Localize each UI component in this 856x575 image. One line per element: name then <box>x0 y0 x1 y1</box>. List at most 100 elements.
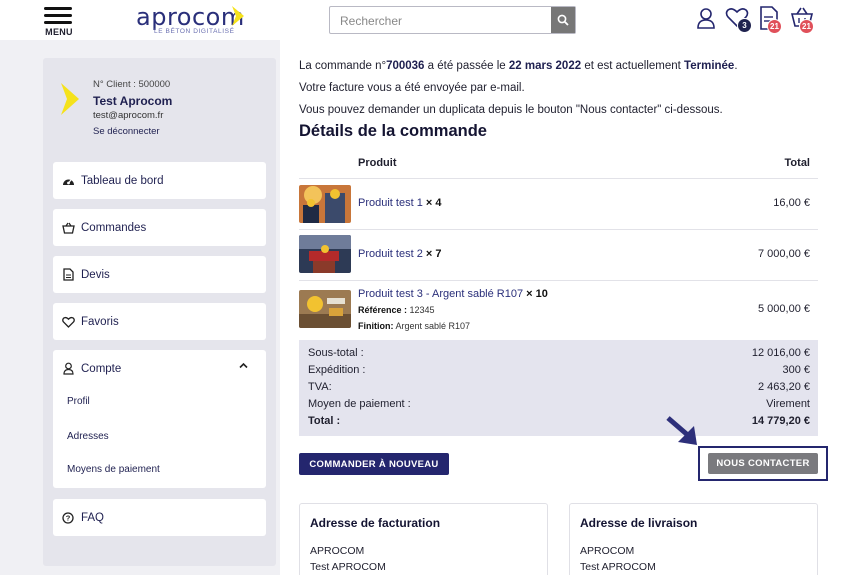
product-link[interactable]: Produit test 3 - Argent sablé R107 <box>358 288 523 300</box>
product-reference: Référence : 12345 <box>358 305 435 315</box>
brand-chevron-icon <box>61 83 79 115</box>
client-name: Test Aprocom <box>93 94 173 108</box>
sidebar-item-quotes[interactable]: Devis <box>53 256 266 293</box>
payment-method-label: Moyen de paiement : <box>308 398 411 410</box>
product-image[interactable] <box>299 290 351 328</box>
sidebar-subitem-addresses[interactable]: Adresses <box>67 431 109 442</box>
chevron-up-icon[interactable] <box>239 361 248 370</box>
product-image[interactable] <box>299 185 351 223</box>
product-quantity: × 10 <box>523 288 548 300</box>
total-value: 14 779,20 € <box>751 415 810 427</box>
divider <box>299 280 818 281</box>
finish-value: Argent sablé R107 <box>393 321 471 331</box>
help-icon: ? <box>61 511 75 525</box>
dashboard-icon <box>61 174 75 188</box>
sidebar-item-orders[interactable]: Commandes <box>53 209 266 246</box>
sidebar-account-section: Compte Profil Adresses Moyens de paiemen… <box>53 350 266 488</box>
order-status: Terminée <box>684 60 735 72</box>
quotes-badge: 21 <box>767 19 782 34</box>
account-button[interactable] <box>695 6 719 32</box>
vat-label: TVA: <box>308 381 332 393</box>
product-image[interactable] <box>299 235 351 273</box>
payment-method-value: Virement <box>766 398 810 410</box>
product-quantity: × 4 <box>422 197 442 209</box>
duplicate-message: Vous pouvez demander un duplicata depuis… <box>299 104 723 116</box>
shipping-value: 300 € <box>782 364 810 376</box>
quotes-button[interactable]: 21 <box>759 6 783 34</box>
sidebar-subitem-profile[interactable]: Profil <box>67 396 90 407</box>
search-input[interactable]: Rechercher <box>340 14 402 28</box>
client-email: test@aprocom.fr <box>93 110 164 121</box>
shipping-address-card: Adresse de livraison APROCOM Test APROCO… <box>569 503 818 575</box>
total-label: Total : <box>308 415 341 427</box>
product-price: 16,00 € <box>773 197 810 209</box>
logo-tagline: LE BÉTON DIGITALISÉ <box>154 28 235 35</box>
search-button[interactable] <box>551 7 575 33</box>
hamburger-icon <box>44 7 74 24</box>
product-quantity: × 7 <box>422 248 442 260</box>
product-link[interactable]: Produit test 2 <box>358 248 423 260</box>
logo-wordmark: aprocom <box>136 3 245 31</box>
logo[interactable]: aprocom LE BÉTON DIGITALISÉ <box>136 3 246 37</box>
text: et est actuellement <box>581 60 685 72</box>
client-number: N° Client : 500000 <box>93 79 171 90</box>
shipping-address-line: Test APROCOM <box>580 561 656 573</box>
order-totals: Sous-total : 12 016,00 € Expédition : 30… <box>299 340 818 436</box>
subtotal-label: Sous-total : <box>308 347 364 359</box>
sidebar-item-dashboard[interactable]: Tableau de bord <box>53 162 266 199</box>
product-price: 7 000,00 € <box>758 248 810 260</box>
product-link[interactable]: Produit test 1 <box>358 197 423 209</box>
arrow-pointer-icon <box>666 416 697 445</box>
reference-label: Référence : <box>358 305 408 315</box>
text: a été passée le <box>424 60 509 72</box>
contact-us-button[interactable]: NOUS CONTACTER <box>708 453 818 474</box>
sidebar-item-label: Commandes <box>81 221 147 234</box>
reference-value: 12345 <box>407 305 435 315</box>
product-item-2: Produit test 2 × 7 <box>358 248 441 260</box>
sidebar-item-label: Compte <box>81 362 122 375</box>
order-details-title: Détails de la commande <box>299 122 487 140</box>
shipping-label: Expédition : <box>308 364 366 376</box>
cart-button[interactable]: 21 <box>790 6 814 34</box>
search-icon <box>557 14 569 26</box>
sidebar-item-label: FAQ <box>81 511 105 524</box>
sidebar-item-account[interactable]: Compte <box>53 350 266 387</box>
divider <box>299 229 818 230</box>
user-icon <box>61 362 75 376</box>
column-header-total: Total <box>784 157 810 169</box>
favorites-button[interactable]: 3 <box>725 6 752 33</box>
sidebar-item-label: Favoris <box>81 315 119 328</box>
billing-address-line: APROCOM <box>310 545 365 557</box>
basket-icon <box>61 221 75 235</box>
header-icons: 3 21 21 <box>695 6 825 36</box>
billing-address-card: Adresse de facturation APROCOM Test APRO… <box>299 503 548 575</box>
sidebar-subitem-payment-methods[interactable]: Moyens de paiement <box>67 464 160 475</box>
heart-icon <box>61 315 75 329</box>
account-sidebar: N° Client : 500000 Test Aprocom test@apr… <box>43 58 276 566</box>
svg-text:?: ? <box>66 513 71 522</box>
vat-value: 2 463,20 € <box>758 381 810 393</box>
sidebar-item-label: Tableau de bord <box>81 174 164 187</box>
order-number: 700036 <box>386 60 425 72</box>
sidebar-item-favorites[interactable]: Favoris <box>53 303 266 340</box>
finish-label: Finition: <box>358 321 394 331</box>
profile-summary: N° Client : 500000 Test Aprocom test@apr… <box>43 58 276 148</box>
top-header: MENU aprocom LE BÉTON DIGITALISÉ Recherc… <box>0 0 856 40</box>
billing-address-title: Adresse de facturation <box>310 516 441 530</box>
favorites-badge: 3 <box>737 18 752 33</box>
menu-button[interactable]: MENU <box>44 7 74 37</box>
order-date: 22 mars 2022 <box>508 60 582 72</box>
order-status-message: La commande n°700036 a été passée le 22 … <box>299 60 738 72</box>
logout-link[interactable]: Se déconnecter <box>93 126 160 137</box>
billing-address-line: Test APROCOM <box>310 561 386 573</box>
product-item-1: Produit test 1 × 4 <box>358 197 441 209</box>
text: La commande n° <box>299 60 387 72</box>
divider <box>299 178 818 179</box>
reorder-button[interactable]: COMMANDER À NOUVEAU <box>299 453 449 475</box>
column-header-product: Produit <box>358 157 397 169</box>
sidebar-item-faq[interactable]: ? FAQ <box>53 499 266 536</box>
product-finish: Finition: Argent sablé R107 <box>358 321 470 331</box>
product-price: 5 000,00 € <box>758 303 810 315</box>
search-box: Rechercher <box>329 6 576 34</box>
menu-label: MENU <box>45 27 73 37</box>
